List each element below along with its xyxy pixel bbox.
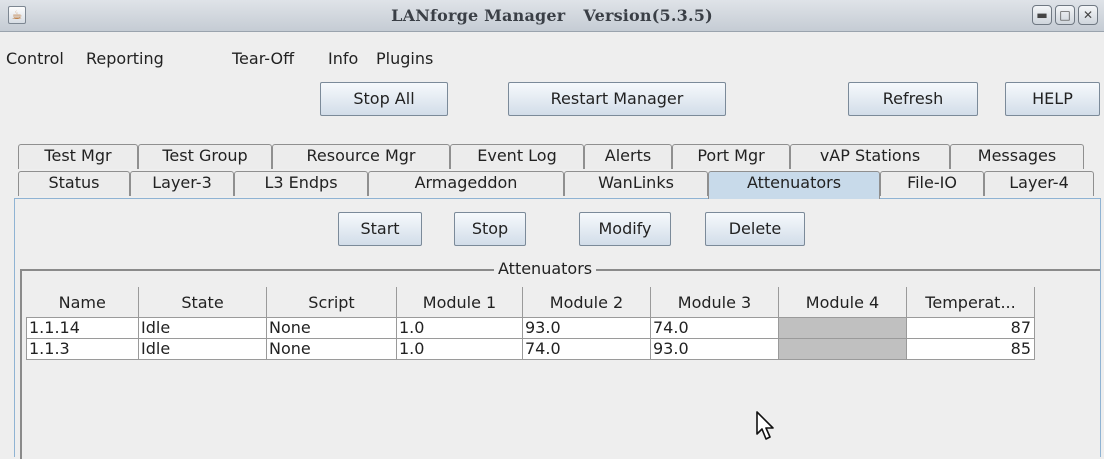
cell-name[interactable]: 1.1.14: [26, 317, 139, 339]
tab-armageddon[interactable]: Armageddon: [368, 171, 564, 196]
cell-module-1[interactable]: 1.0: [396, 317, 523, 339]
cell-module-1[interactable]: 1.0: [396, 338, 523, 360]
menu-bar: Control Reporting Tear-Off Info Plugins: [0, 49, 1104, 75]
cell-script[interactable]: None: [266, 317, 397, 339]
menu-control[interactable]: Control: [6, 49, 64, 68]
window-title-version: Version(5.3.5): [583, 6, 713, 25]
help-button[interactable]: HELP: [1005, 82, 1100, 116]
menu-info[interactable]: Info: [328, 49, 358, 68]
tab-messages[interactable]: Messages: [950, 144, 1084, 169]
stop-all-button[interactable]: Stop All: [320, 82, 448, 116]
column-header-state[interactable]: State: [138, 287, 267, 318]
cell-temperature[interactable]: 87: [906, 317, 1035, 339]
table-header-row: Name State Script Module 1 Module 2 Modu…: [26, 287, 1035, 318]
table-row[interactable]: 1.1.3 Idle None 1.0 74.0 93.0 85: [26, 338, 1035, 360]
menu-reporting[interactable]: Reporting: [86, 49, 164, 68]
tab-port-mgr[interactable]: Port Mgr: [672, 144, 790, 169]
tab-test-group[interactable]: Test Group: [138, 144, 272, 169]
tab-layer-3[interactable]: Layer-3: [130, 171, 234, 196]
window-title-app: LANforge Manager: [391, 6, 566, 25]
title-bar[interactable]: ☕ LANforge Manager Version(5.3.5) ▬ □ ✕: [0, 0, 1104, 32]
cell-state[interactable]: Idle: [138, 317, 267, 339]
cell-name[interactable]: 1.1.3: [26, 338, 139, 360]
column-header-script[interactable]: Script: [266, 287, 397, 318]
mouse-cursor-icon: [756, 411, 774, 440]
table-row[interactable]: 1.1.14 Idle None 1.0 93.0 74.0 87: [26, 317, 1035, 339]
attenuators-table[interactable]: Name State Script Module 1 Module 2 Modu…: [26, 287, 1035, 360]
tab-layer-4[interactable]: Layer-4: [984, 171, 1094, 196]
cell-state[interactable]: Idle: [138, 338, 267, 360]
tab-status[interactable]: Status: [18, 171, 130, 196]
close-icon[interactable]: ✕: [1078, 5, 1098, 25]
stop-button[interactable]: Stop: [454, 212, 526, 246]
tab-vap-stations[interactable]: vAP Stations: [790, 144, 950, 169]
column-header-module-4[interactable]: Module 4: [778, 287, 907, 318]
maximize-icon[interactable]: □: [1055, 5, 1075, 25]
tab-resource-mgr[interactable]: Resource Mgr: [272, 144, 450, 169]
menu-plugins[interactable]: Plugins: [376, 49, 433, 68]
minimize-icon[interactable]: ▬: [1032, 5, 1052, 25]
menu-tear-off[interactable]: Tear-Off: [232, 49, 294, 68]
cell-module-3[interactable]: 74.0: [650, 317, 779, 339]
cell-module-2[interactable]: 74.0: [522, 338, 651, 360]
column-header-module-1[interactable]: Module 1: [396, 287, 523, 318]
restart-manager-button[interactable]: Restart Manager: [508, 82, 726, 116]
tab-test-mgr[interactable]: Test Mgr: [18, 144, 138, 169]
cell-script[interactable]: None: [266, 338, 397, 360]
cell-module-3[interactable]: 93.0: [650, 338, 779, 360]
tab-alerts[interactable]: Alerts: [584, 144, 672, 169]
groupbox-title: Attenuators: [494, 258, 597, 280]
cell-module-4[interactable]: [778, 338, 907, 360]
cell-module-4[interactable]: [778, 317, 907, 339]
cell-module-2[interactable]: 93.0: [522, 317, 651, 339]
tab-event-log[interactable]: Event Log: [450, 144, 584, 169]
cell-temperature[interactable]: 85: [906, 338, 1035, 360]
tab-file-io[interactable]: File-IO: [880, 171, 984, 196]
tab-l3-endps[interactable]: L3 Endps: [234, 171, 368, 196]
delete-button[interactable]: Delete: [705, 212, 805, 246]
tab-attenuators[interactable]: Attenuators: [708, 171, 880, 199]
column-header-name[interactable]: Name: [26, 287, 139, 318]
column-header-temperature[interactable]: Temperat...: [906, 287, 1035, 318]
column-header-module-2[interactable]: Module 2: [522, 287, 651, 318]
window-title: LANforge Manager Version(5.3.5): [0, 6, 1104, 25]
tab-wanlinks[interactable]: WanLinks: [564, 171, 708, 196]
modify-button[interactable]: Modify: [579, 212, 671, 246]
start-button[interactable]: Start: [338, 212, 422, 246]
refresh-button[interactable]: Refresh: [848, 82, 978, 116]
column-header-module-3[interactable]: Module 3: [650, 287, 779, 318]
